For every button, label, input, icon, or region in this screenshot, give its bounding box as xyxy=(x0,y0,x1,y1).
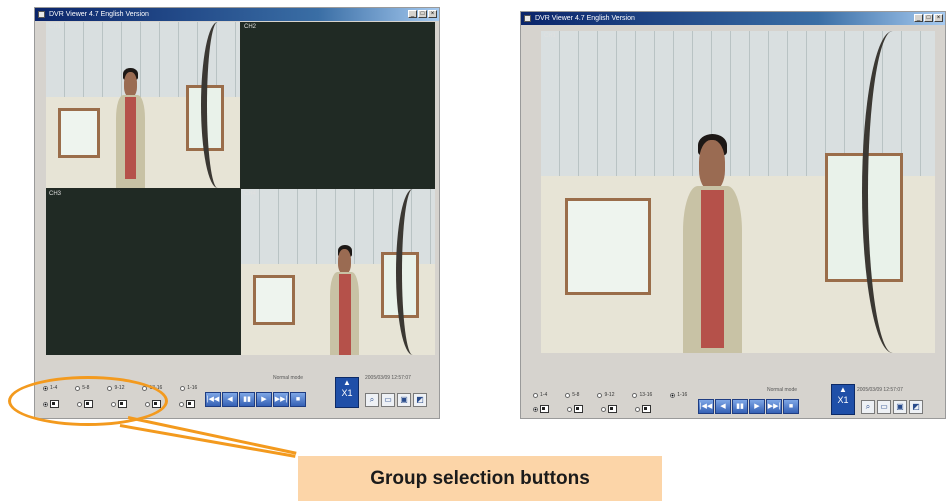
camera-tile-ch2[interactable]: CH2 xyxy=(241,22,435,188)
save-icon[interactable]: ▣ xyxy=(893,400,907,414)
save-icon[interactable]: ▣ xyxy=(397,393,411,407)
camera-label: CH4 xyxy=(244,191,257,197)
layout-radio-1[interactable] xyxy=(533,405,549,413)
snapshot-icon[interactable]: ▭ xyxy=(877,400,891,414)
single-view-icon xyxy=(540,405,549,413)
speed-button[interactable]: ▲ X1 xyxy=(335,377,359,408)
status-checkbox-label[interactable]: Normal mode xyxy=(273,375,303,381)
right-video-single[interactable]: CH1 xyxy=(541,31,935,353)
status-checkbox-label[interactable]: Normal mode xyxy=(767,387,797,393)
group-radio-row-top: 1-4 5-8 9-12 13-16 1-16 xyxy=(533,392,705,398)
layout-radio-5[interactable] xyxy=(179,400,195,408)
speed-label: X1 xyxy=(837,395,849,405)
rewind-start-button[interactable]: |◀◀ xyxy=(698,399,714,414)
close-button[interactable]: × xyxy=(428,10,437,18)
nine-view-icon xyxy=(608,405,617,413)
camera-image xyxy=(46,22,240,188)
group-radio-5-8[interactable]: 5-8 xyxy=(565,392,579,398)
play-button[interactable]: ▶ xyxy=(749,399,765,414)
camera-image xyxy=(241,189,435,355)
camera-tile-ch3[interactable]: CH3 xyxy=(46,189,240,355)
stop-button[interactable]: ■ xyxy=(290,392,306,407)
export-icon[interactable]: ◩ xyxy=(413,393,427,407)
camera-tile-ch4[interactable]: CH4 xyxy=(241,189,435,355)
camera-tile-ch1[interactable]: CH1 xyxy=(46,22,240,188)
layout-radio-row xyxy=(533,405,669,413)
left-viewer-window: DVR Viewer 4.7 English Version _ □ × CH1… xyxy=(34,7,440,419)
right-window-title: DVR Viewer 4.7 English Version xyxy=(535,15,635,22)
rewind-start-button[interactable]: |◀◀ xyxy=(205,392,221,407)
close-button[interactable]: × xyxy=(934,14,943,22)
play-button[interactable]: ▶ xyxy=(256,392,272,407)
reverse-play-button[interactable]: ◀ xyxy=(715,399,731,414)
speed-button[interactable]: ▲ X1 xyxy=(831,384,855,415)
camera-label: CH1 xyxy=(49,24,62,30)
speed-up-arrow-icon: ▲ xyxy=(839,385,847,394)
window-controls: _ □ × xyxy=(914,14,943,22)
right-viewer-window: DVR Viewer 4.7 English Version _ □ × CH1… xyxy=(520,11,946,419)
playback-controls: |◀◀ ◀ ▮▮ ▶ ▶▶| ■ xyxy=(698,399,799,414)
callout-pointer-line xyxy=(127,416,297,455)
left-title-bar: DVR Viewer 4.7 English Version _ □ × xyxy=(35,8,439,21)
timestamp-readout: 2005/03/09 12:57:07 xyxy=(365,375,411,381)
timestamp-readout: 2005/03/09 12:57:07 xyxy=(857,387,903,393)
speed-label: X1 xyxy=(341,388,353,398)
left-video-grid: CH1 CH2 CH3 CH4 xyxy=(46,22,435,355)
forward-end-button[interactable]: ▶▶| xyxy=(273,392,289,407)
app-icon xyxy=(38,11,45,18)
left-window-title: DVR Viewer 4.7 English Version xyxy=(49,11,149,18)
camera-label: CH2 xyxy=(244,24,257,30)
group-radio-1-16[interactable]: 1-16 xyxy=(180,385,197,391)
callout-text: Group selection buttons xyxy=(370,467,590,489)
group-radio-13-16[interactable]: 13-16 xyxy=(632,392,652,398)
layout-radio-2[interactable] xyxy=(567,405,583,413)
camera-image xyxy=(541,31,935,353)
forward-end-button[interactable]: ▶▶| xyxy=(766,399,782,414)
maximize-button[interactable]: □ xyxy=(418,10,427,18)
minimize-button[interactable]: _ xyxy=(408,10,417,18)
speed-up-arrow-icon: ▲ xyxy=(343,378,351,387)
layout-radio-3[interactable] xyxy=(601,405,617,413)
pause-button[interactable]: ▮▮ xyxy=(239,392,255,407)
grid-view-icon xyxy=(186,400,195,408)
right-title-bar: DVR Viewer 4.7 English Version _ □ × xyxy=(521,12,945,25)
sixteen-view-icon xyxy=(642,405,651,413)
group-selection-callout: Group selection buttons xyxy=(298,456,662,501)
app-icon xyxy=(524,15,531,22)
maximize-button[interactable]: □ xyxy=(924,14,933,22)
snapshot-icon[interactable]: ▭ xyxy=(381,393,395,407)
callout-pointer-line xyxy=(119,424,296,458)
search-icon[interactable]: ⌕ xyxy=(861,400,875,414)
pause-button[interactable]: ▮▮ xyxy=(732,399,748,414)
layout-radio-4[interactable] xyxy=(635,405,651,413)
window-controls: _ □ × xyxy=(408,10,437,18)
group-radio-1-16[interactable]: 1-16 xyxy=(670,392,687,398)
camera-label: CH3 xyxy=(49,191,62,197)
playback-controls: |◀◀ ◀ ▮▮ ▶ ▶▶| ■ xyxy=(205,392,306,407)
minimize-button[interactable]: _ xyxy=(914,14,923,22)
quad-view-icon xyxy=(574,405,583,413)
stop-button[interactable]: ■ xyxy=(783,399,799,414)
group-radio-1-4[interactable]: 1-4 xyxy=(533,392,547,398)
reverse-play-button[interactable]: ◀ xyxy=(222,392,238,407)
camera-label: CH1 xyxy=(544,33,557,39)
export-icon[interactable]: ◩ xyxy=(909,400,923,414)
search-icon[interactable]: ⌕ xyxy=(365,393,379,407)
group-radio-9-12[interactable]: 9-12 xyxy=(597,392,614,398)
